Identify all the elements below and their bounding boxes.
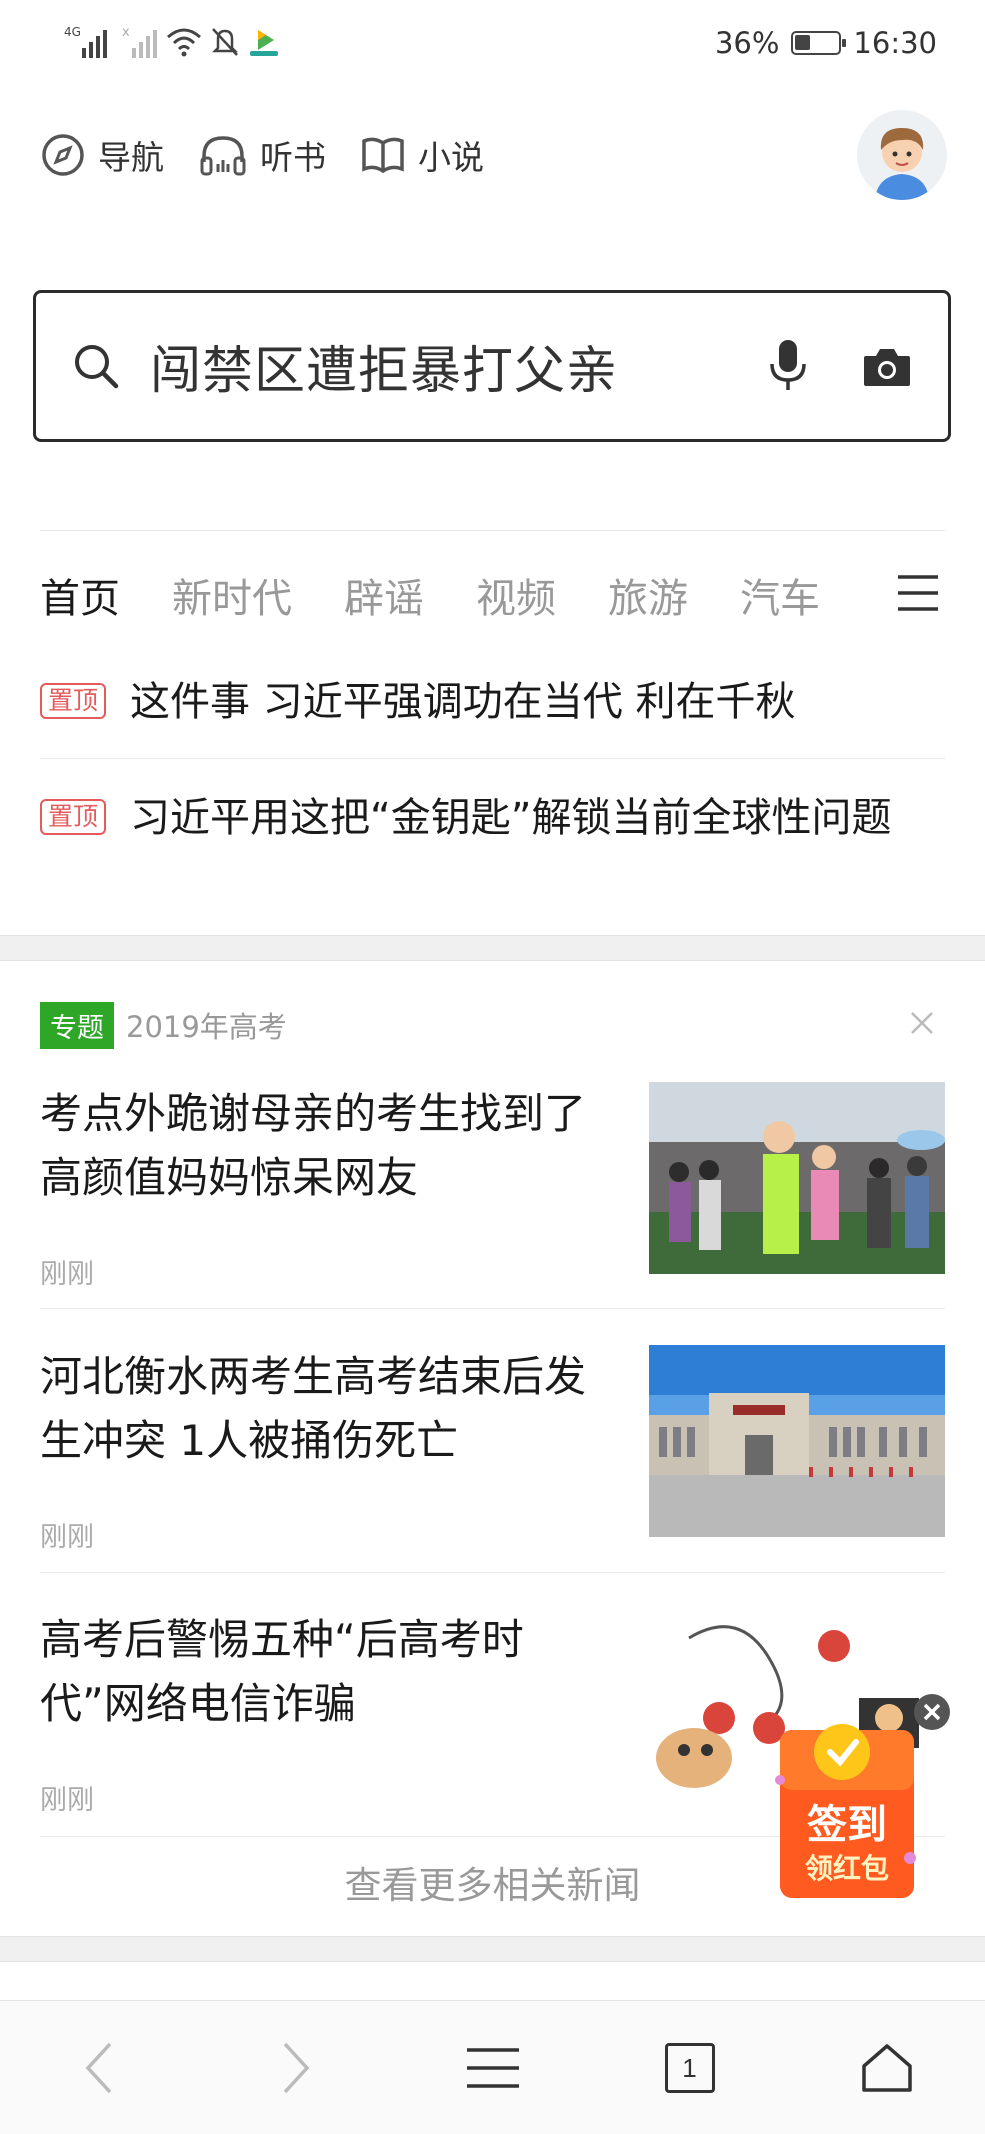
search-input[interactable]: 闯禁区遭拒暴打父亲 — [150, 329, 766, 403]
signal-4g-icon: 4G — [64, 25, 107, 58]
wifi-icon — [167, 28, 201, 57]
news-time: 刚刚 — [40, 1522, 94, 1553]
headphones-icon — [200, 136, 246, 176]
news-thumbnail — [649, 1345, 945, 1537]
pinned-badge: 置顶 — [40, 683, 107, 719]
battery-level — [795, 35, 811, 50]
signin-label: 签到 — [807, 1802, 887, 1848]
nav-label: 导航 — [98, 138, 164, 177]
news-thumbnail — [649, 1082, 945, 1274]
tab-rumor-refute[interactable]: 辟谣 — [344, 566, 424, 624]
compass-icon — [42, 134, 84, 176]
menu-icon — [466, 2048, 519, 2088]
chevron-left-icon — [85, 2042, 111, 2094]
novel-button[interactable]: 小说 — [360, 131, 484, 179]
divider — [40, 1572, 945, 1573]
nav-button[interactable]: 导航 — [40, 131, 164, 179]
tab-auto[interactable]: 汽车 — [740, 566, 820, 624]
topic-title: 2019年高考 — [126, 1010, 287, 1044]
mute-bell-icon — [211, 28, 239, 56]
search-bar[interactable]: 闯禁区遭拒暴打父亲 — [33, 290, 951, 442]
news-time: 刚刚 — [40, 1785, 94, 1816]
novel-label: 小说 — [418, 138, 484, 177]
pinned-item[interactable]: 置顶 习近平用这把“金钥匙”解锁当前全球性问题 — [40, 788, 945, 848]
battery-percent: 36% — [714, 26, 780, 60]
news-title: 考点外跪谢母亲的考生找到了高颜值妈妈惊呆网友 — [40, 1089, 587, 1202]
home-icon — [861, 2044, 912, 2092]
signin-badge-graphic: 签到 领红包 — [775, 1694, 950, 1898]
tab-home[interactable]: 首页 — [40, 566, 120, 624]
book-icon — [362, 137, 404, 174]
home-button[interactable] — [788, 2001, 985, 2134]
close-icon[interactable] — [909, 1010, 935, 1036]
section-separator — [0, 1936, 985, 1962]
channel-tabs: 首页 新时代 辟谣 视频 旅游 汽车 — [40, 555, 940, 635]
chevron-right-icon — [283, 2042, 309, 2094]
user-avatar-icon — [857, 110, 947, 200]
divider — [40, 1308, 945, 1309]
pinned-headline: 这件事 习近平强调功在当代 利在千秋 — [130, 679, 796, 725]
news-title: 高考后警惕五种“后高考时代”网络电信诈骗 — [40, 1615, 524, 1728]
news-item[interactable]: 河北衡水两考生高考结束后发生冲突 1人被捅伤死亡 刚刚 — [40, 1345, 945, 1609]
battery-icon — [791, 31, 847, 55]
section-separator — [0, 935, 985, 961]
menu-button[interactable] — [394, 2001, 591, 2134]
status-bar: 4G x 36% 16:30 — [0, 0, 985, 86]
tab-new-era[interactable]: 新时代 — [172, 566, 292, 624]
signal-no-sim-icon: x — [122, 25, 157, 58]
exam-crowd-photo — [649, 1082, 945, 1274]
news-time: 刚刚 — [40, 1259, 94, 1290]
top-nav: 导航 听书 小说 — [40, 120, 484, 190]
pinned-badge: 置顶 — [40, 799, 107, 835]
avatar[interactable] — [857, 110, 947, 200]
divider — [40, 758, 945, 759]
divider — [40, 530, 945, 531]
topic-tag: 专题 — [40, 1001, 114, 1049]
tab-video[interactable]: 视频 — [476, 566, 556, 624]
svg-text:x: x — [122, 25, 130, 40]
camera-icon[interactable] — [862, 344, 912, 388]
news-title: 河北衡水两考生高考结束后发生冲突 1人被捅伤死亡 — [40, 1352, 587, 1465]
back-button[interactable] — [0, 2001, 197, 2134]
svg-text:4G: 4G — [64, 25, 81, 39]
topic-header[interactable]: 专题 2019年高考 — [40, 1000, 945, 1050]
bottom-toolbar: 1 — [0, 2000, 985, 2134]
pinned-item[interactable]: 置顶 这件事 习近平强调功在当代 利在千秋 — [40, 672, 945, 732]
signin-red-packet-badge[interactable]: 签到 领红包 — [770, 1690, 950, 1910]
microphone-icon[interactable] — [766, 338, 810, 394]
audiobook-label: 听书 — [260, 138, 326, 177]
menu-icon[interactable] — [896, 573, 940, 613]
app-notification-icon — [250, 30, 278, 56]
school-building-photo — [649, 1345, 945, 1537]
search-icon — [75, 345, 119, 389]
tab-travel[interactable]: 旅游 — [608, 566, 688, 624]
red-packet-label: 领红包 — [805, 1852, 889, 1885]
pinned-headline: 习近平用这把“金钥匙”解锁当前全球性问题 — [130, 795, 892, 841]
news-item[interactable]: 考点外跪谢母亲的考生找到了高颜值妈妈惊呆网友 刚刚 — [40, 1082, 945, 1346]
forward-button[interactable] — [197, 2001, 394, 2134]
audiobook-button[interactable]: 听书 — [198, 131, 326, 179]
tabs-button[interactable]: 1 — [591, 2001, 788, 2134]
tab-count: 1 — [664, 2043, 715, 2093]
clock: 16:30 — [853, 26, 937, 60]
